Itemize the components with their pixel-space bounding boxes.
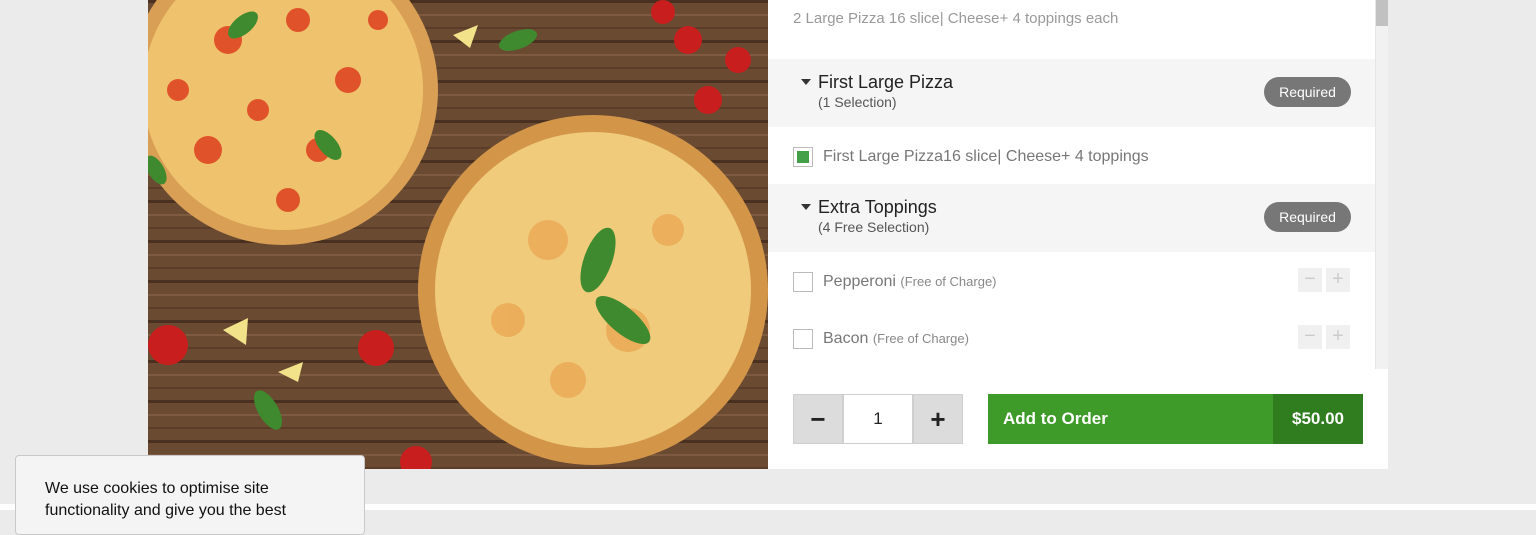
plus-icon: + [930, 404, 946, 434]
decrease-topping-button[interactable]: − [1298, 325, 1322, 349]
increase-topping-button[interactable]: + [1326, 268, 1350, 292]
options-panel: 2 Large Pizza 16 slice| Cheese+ 4 toppin… [768, 0, 1388, 369]
decrease-quantity-button[interactable]: − [793, 394, 843, 444]
minus-icon: − [810, 404, 826, 434]
option-row-bacon[interactable]: Bacon (Free of Charge) − + [768, 310, 1376, 366]
checkbox-icon[interactable] [793, 329, 813, 349]
required-badge: Required [1264, 202, 1351, 232]
group-subtitle: (1 Selection) [818, 94, 897, 110]
checkbox-icon[interactable] [793, 147, 813, 167]
group-header-extra-toppings[interactable]: Extra Toppings (4 Free Selection) Requir… [768, 184, 1376, 252]
add-to-order-button[interactable]: Add to Order $50.00 [988, 394, 1363, 444]
checkbox-icon[interactable] [793, 272, 813, 292]
group-title: Extra Toppings [818, 197, 937, 217]
option-row-pepperoni[interactable]: Pepperoni (Free of Charge) − + [768, 253, 1376, 309]
increase-quantity-button[interactable]: + [913, 394, 963, 444]
scrollbar[interactable] [1376, 0, 1388, 369]
option-row-first-large-pizza[interactable]: First Large Pizza16 slice| Cheese+ 4 top… [768, 127, 1376, 183]
item-description: 2 Large Pizza 16 slice| Cheese+ 4 toppin… [793, 10, 1119, 27]
option-name: Pepperoni [823, 273, 896, 290]
group-header-first-large-pizza[interactable]: First Large Pizza (1 Selection) Required [768, 59, 1376, 127]
scrollbar-thumb[interactable] [1376, 0, 1388, 26]
decrease-topping-button[interactable]: − [1298, 268, 1322, 292]
caret-down-icon [801, 79, 811, 85]
cookie-text: We use cookies to optimise site function… [45, 480, 287, 519]
order-bar: − 1 + Add to Order $50.00 [768, 369, 1388, 469]
add-to-order-label: Add to Order [1003, 409, 1108, 428]
option-label: Bacon (Free of Charge) [823, 330, 969, 348]
option-name: Bacon [823, 330, 869, 347]
required-badge: Required [1264, 77, 1351, 107]
product-image [148, 0, 768, 469]
option-label: First Large Pizza16 slice| Cheese+ 4 top… [823, 148, 1149, 165]
option-label: Pepperoni (Free of Charge) [823, 273, 997, 291]
option-price-note: (Free of Charge) [900, 274, 997, 289]
caret-down-icon [801, 204, 811, 210]
increase-topping-button[interactable]: + [1326, 325, 1350, 349]
group-title: First Large Pizza [818, 72, 954, 92]
cookie-banner: We use cookies to optimise site function… [15, 455, 365, 535]
order-price: $50.00 [1273, 394, 1363, 444]
option-price-note: (Free of Charge) [872, 331, 969, 346]
quantity-input[interactable]: 1 [843, 394, 913, 444]
group-subtitle: (4 Free Selection) [818, 219, 930, 235]
